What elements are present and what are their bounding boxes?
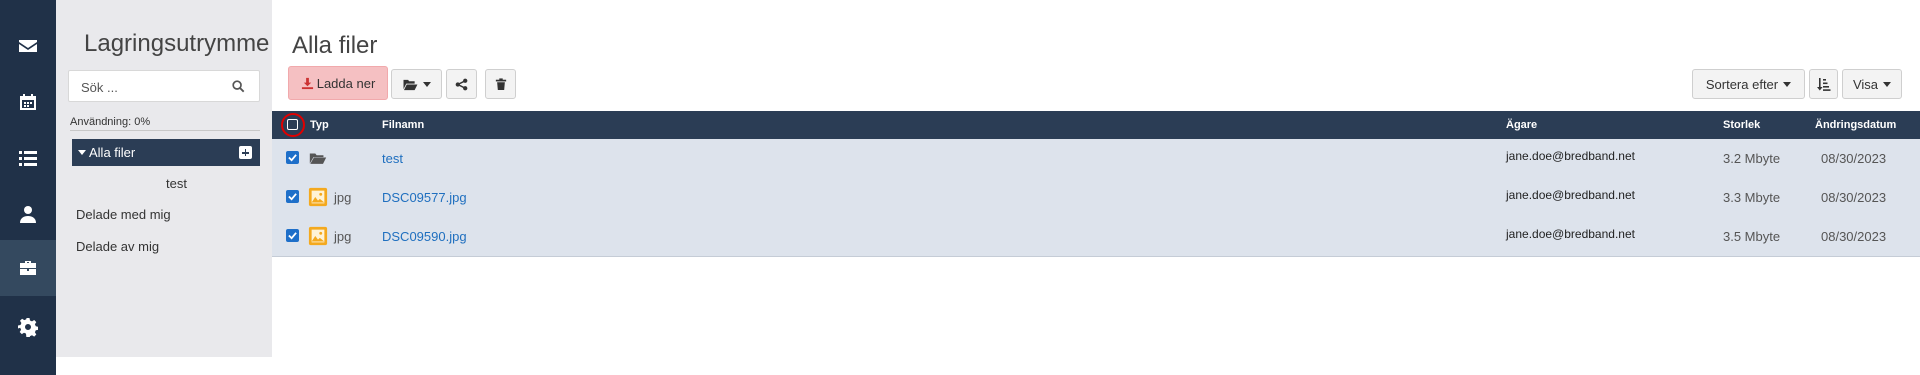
row-checkbox[interactable] (286, 190, 299, 203)
file-table-body: test jane.doe@bredband.net 3.2 Mbyte 08/… (272, 139, 1920, 257)
usage-text: Användning: 0% (70, 116, 151, 128)
page-title: Alla filer (292, 32, 378, 59)
check-icon (288, 193, 297, 201)
files-nav[interactable] (0, 240, 56, 296)
image-file-icon (308, 226, 328, 246)
row-modified: 08/30/2023 (1821, 151, 1887, 166)
search-input[interactable] (81, 77, 221, 97)
add-folder-icon[interactable] (239, 146, 252, 159)
row-size: 3.2 Mbyte (1723, 151, 1781, 166)
table-row[interactable]: test jane.doe@bredband.net 3.2 Mbyte 08/… (272, 139, 1920, 177)
column-filename[interactable]: Filnamn (382, 119, 424, 131)
sort-by-label: Sortera efter (1705, 76, 1779, 92)
gear-icon (18, 318, 38, 337)
search-icon[interactable] (232, 80, 245, 93)
row-modified: 08/30/2023 (1821, 229, 1887, 244)
mail-nav[interactable] (0, 18, 56, 74)
folder-icon (309, 153, 327, 164)
sort-by-button[interactable]: Sortera efter (1692, 69, 1805, 99)
row-size: 3.5 Mbyte (1723, 229, 1781, 244)
row-owner: jane.doe@bredband.net (1506, 149, 1635, 163)
select-all-box (287, 119, 298, 130)
files-sidebar: Lagringsutrymme Användning: 0% Alla file… (56, 0, 272, 357)
row-owner: jane.doe@bredband.net (1506, 227, 1635, 241)
folder-menu-button[interactable] (391, 69, 442, 99)
row-type: jpg (334, 229, 352, 244)
sidebar-item-all-files[interactable]: Alla filer (72, 139, 260, 166)
row-checkbox[interactable] (286, 229, 299, 242)
row-owner: jane.doe@bredband.net (1506, 188, 1635, 202)
calendar-icon (20, 94, 36, 110)
row-filename-link[interactable]: DSC09577.jpg (382, 190, 467, 205)
search-box (68, 70, 260, 102)
download-label: Ladda ner (316, 75, 376, 91)
table-row[interactable]: jpg DSC09577.jpg jane.doe@bredband.net 3… (272, 178, 1920, 216)
download-icon (301, 77, 313, 89)
row-size: 3.3 Mbyte (1723, 190, 1781, 205)
mail-icon (19, 40, 37, 52)
column-size[interactable]: Storlek (1723, 119, 1760, 131)
sort-order-button[interactable] (1809, 69, 1838, 99)
column-modified[interactable]: Ändringsdatum (1815, 119, 1896, 131)
view-button[interactable]: Visa (1842, 69, 1902, 99)
icon-rail (0, 0, 56, 375)
usage-divider (70, 130, 260, 131)
caret-down-icon[interactable] (78, 150, 86, 155)
sidebar-item-test[interactable]: test (166, 176, 187, 191)
calendar-nav[interactable] (0, 74, 56, 130)
column-owner[interactable]: Ägare (1506, 119, 1537, 131)
download-button[interactable]: Ladda ner (288, 66, 388, 100)
sidebar-item-shared-by-me[interactable]: Delade av mig (76, 239, 159, 254)
row-filename-link[interactable]: test (382, 151, 403, 166)
chevron-down-icon (423, 81, 431, 87)
column-type[interactable]: Typ (310, 119, 329, 131)
sidebar-item-label: Alla filer (89, 145, 136, 160)
row-checkbox[interactable] (286, 151, 299, 164)
check-icon (288, 232, 297, 240)
view-label: Visa (1852, 76, 1879, 92)
list-icon (19, 151, 37, 166)
user-icon (20, 206, 36, 223)
contacts-nav[interactable] (0, 186, 56, 242)
sidebar-item-shared-with-me[interactable]: Delade med mig (76, 207, 171, 222)
row-type: jpg (334, 190, 352, 205)
sidebar-title: Lagringsutrymme (84, 30, 270, 57)
share-icon (455, 78, 468, 90)
image-file-icon (308, 187, 328, 207)
sort-order-icon (1816, 78, 1830, 91)
settings-nav[interactable] (0, 299, 56, 355)
delete-button[interactable] (485, 69, 516, 99)
table-row[interactable]: jpg DSC09590.jpg jane.doe@bredband.net 3… (272, 217, 1920, 255)
file-table-header: Typ Filnamn Ägare Storlek Ändringsdatum (272, 111, 1920, 139)
list-nav[interactable] (0, 130, 56, 186)
briefcase-icon (20, 261, 36, 275)
share-button[interactable] (446, 69, 477, 99)
folder-open-icon (403, 79, 418, 90)
chevron-down-icon (1783, 81, 1792, 87)
chevron-down-icon (1883, 81, 1892, 87)
select-all-checkbox[interactable] (281, 113, 305, 137)
row-filename-link[interactable]: DSC09590.jpg (382, 229, 467, 244)
row-modified: 08/30/2023 (1821, 190, 1887, 205)
check-icon (288, 154, 297, 162)
trash-icon (495, 78, 506, 90)
